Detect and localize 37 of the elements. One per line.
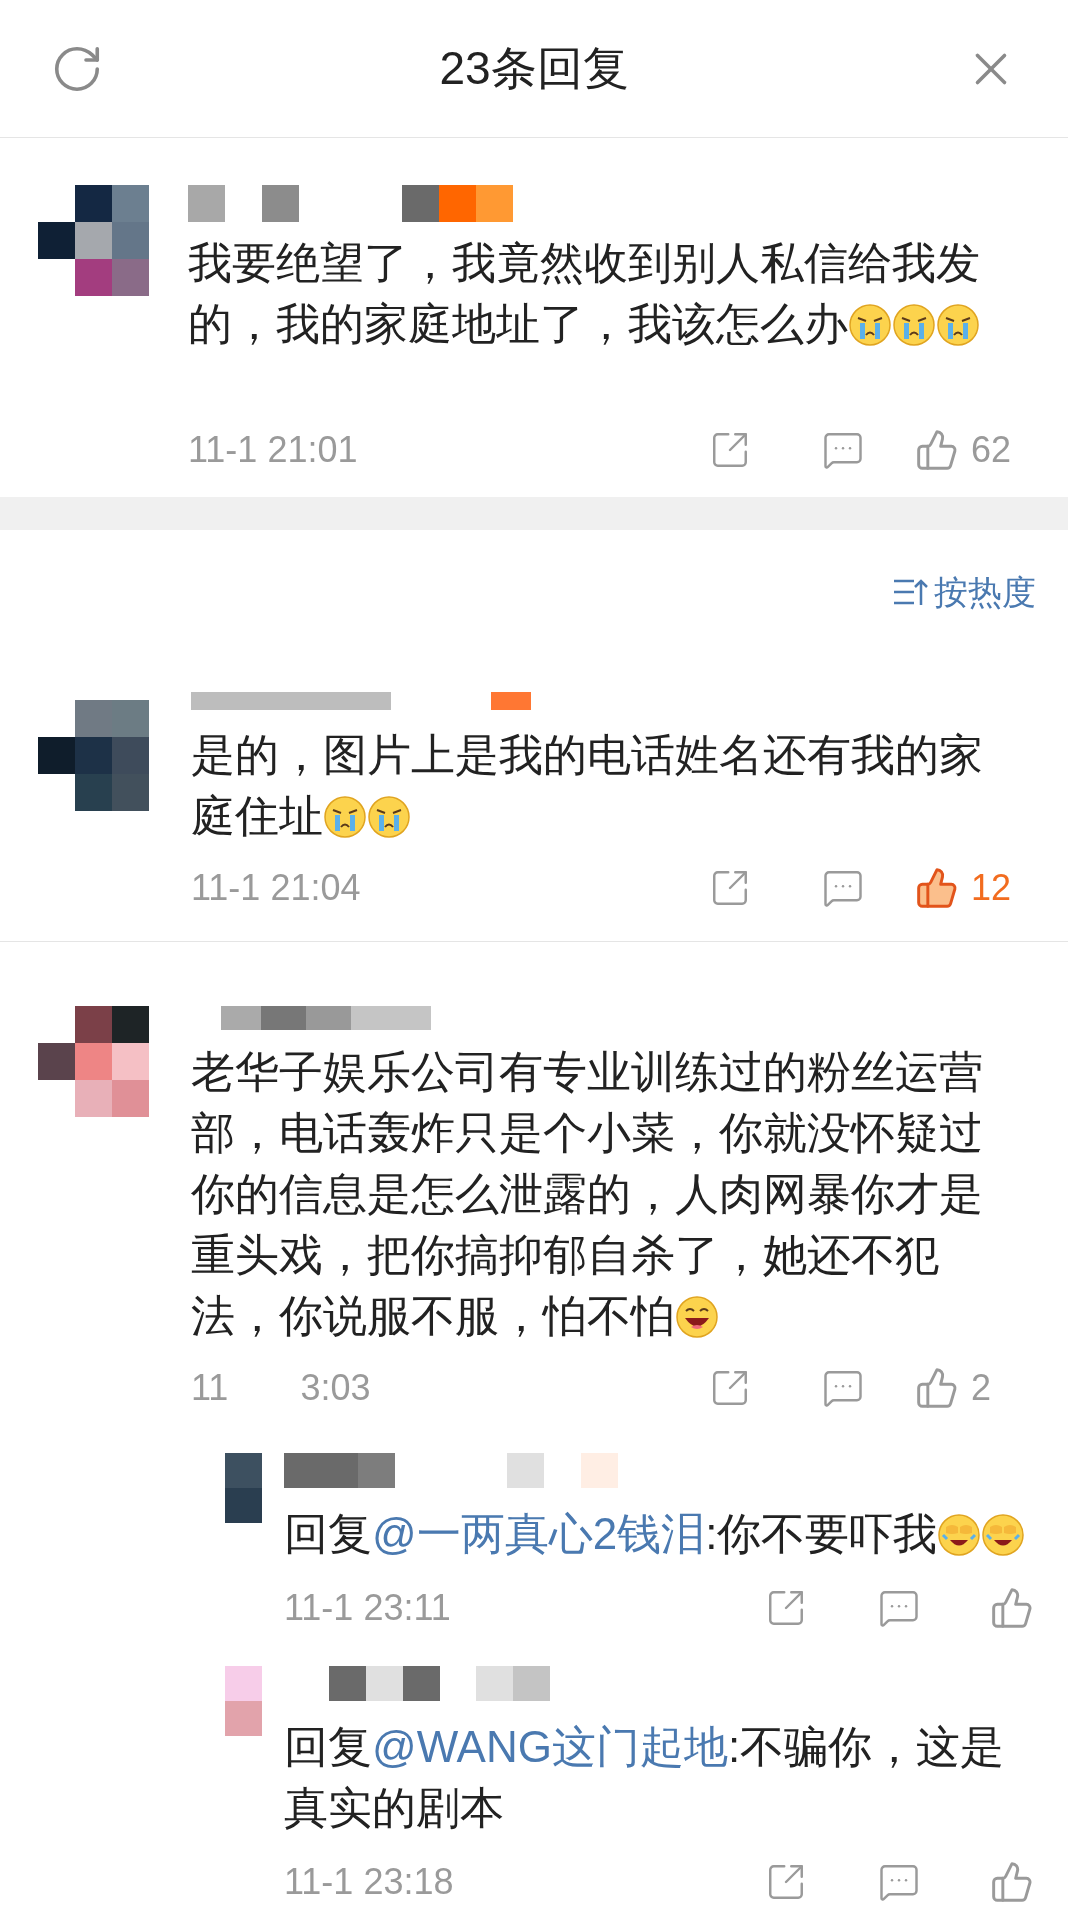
like-button[interactable]: 62 — [915, 428, 1012, 472]
comment-text: 我要绝望了，我竟然收到别人私信给我发的，我的家庭地址了，我该怎么办 — [188, 238, 980, 348]
avatar[interactable] — [38, 185, 149, 296]
thumbs-up-icon — [915, 866, 959, 910]
thumbs-up-icon — [915, 1366, 959, 1410]
mention-link[interactable]: @WANG这门起地 — [372, 1722, 728, 1771]
laughing-crying-emoji-icon — [937, 1513, 982, 1557]
reply-text: 回复@WANG这门起地:不骗你，这是真实的剧本 — [284, 1722, 1005, 1832]
crying-emoji-icon — [367, 795, 411, 839]
avatar[interactable] — [38, 700, 149, 811]
sort-icon — [892, 577, 928, 607]
like-button[interactable]: 2 — [915, 1366, 992, 1410]
timestamp: 11-1 23:11 — [284, 1590, 451, 1626]
timestamp: 11 — [191, 1370, 229, 1406]
avatar[interactable] — [38, 1006, 149, 1117]
timestamp: 11-1 21:04 — [191, 870, 361, 906]
sort-button[interactable]: 按热度 — [892, 575, 1036, 609]
crying-emoji-icon — [323, 795, 367, 839]
crying-emoji-icon — [936, 303, 980, 347]
like-button[interactable] — [989, 1586, 1034, 1630]
comment-text: 是的，图片上是我的电话姓名还有我的家庭住址 — [191, 730, 983, 840]
timestamp: 11-1 21:01 — [188, 432, 358, 468]
crying-emoji-icon — [892, 303, 936, 347]
like-button[interactable]: 12 — [915, 866, 1012, 910]
timestamp: 11-1 23:18 — [284, 1864, 454, 1900]
header-title: 23条回复 — [439, 41, 629, 96]
grinning-emoji-icon — [675, 1295, 719, 1339]
timestamp: 3:03 — [300, 1370, 371, 1406]
thumbs-up-icon — [915, 428, 959, 472]
like-button[interactable] — [989, 1860, 1034, 1904]
crying-emoji-icon — [848, 303, 892, 347]
thumbs-up-icon — [989, 1860, 1034, 1904]
reply-text: 回复@一两真心2钱泪:你不要吓我 — [284, 1509, 1026, 1558]
comment-text: 老华子娱乐公司有专业训练过的粉丝运营部，电话轰炸只是个小菜，你就没怀疑过你的信息是怎么泄露的，人肉网暴你才是重头戏，把你搞抑郁自杀了，她还不犯法，你说服不服，怕不怕 — [191, 1047, 983, 1340]
laughing-crying-emoji-icon — [981, 1513, 1026, 1557]
mention-link[interactable]: @一两真心2钱泪 — [372, 1509, 706, 1558]
thumbs-up-icon — [989, 1586, 1034, 1630]
